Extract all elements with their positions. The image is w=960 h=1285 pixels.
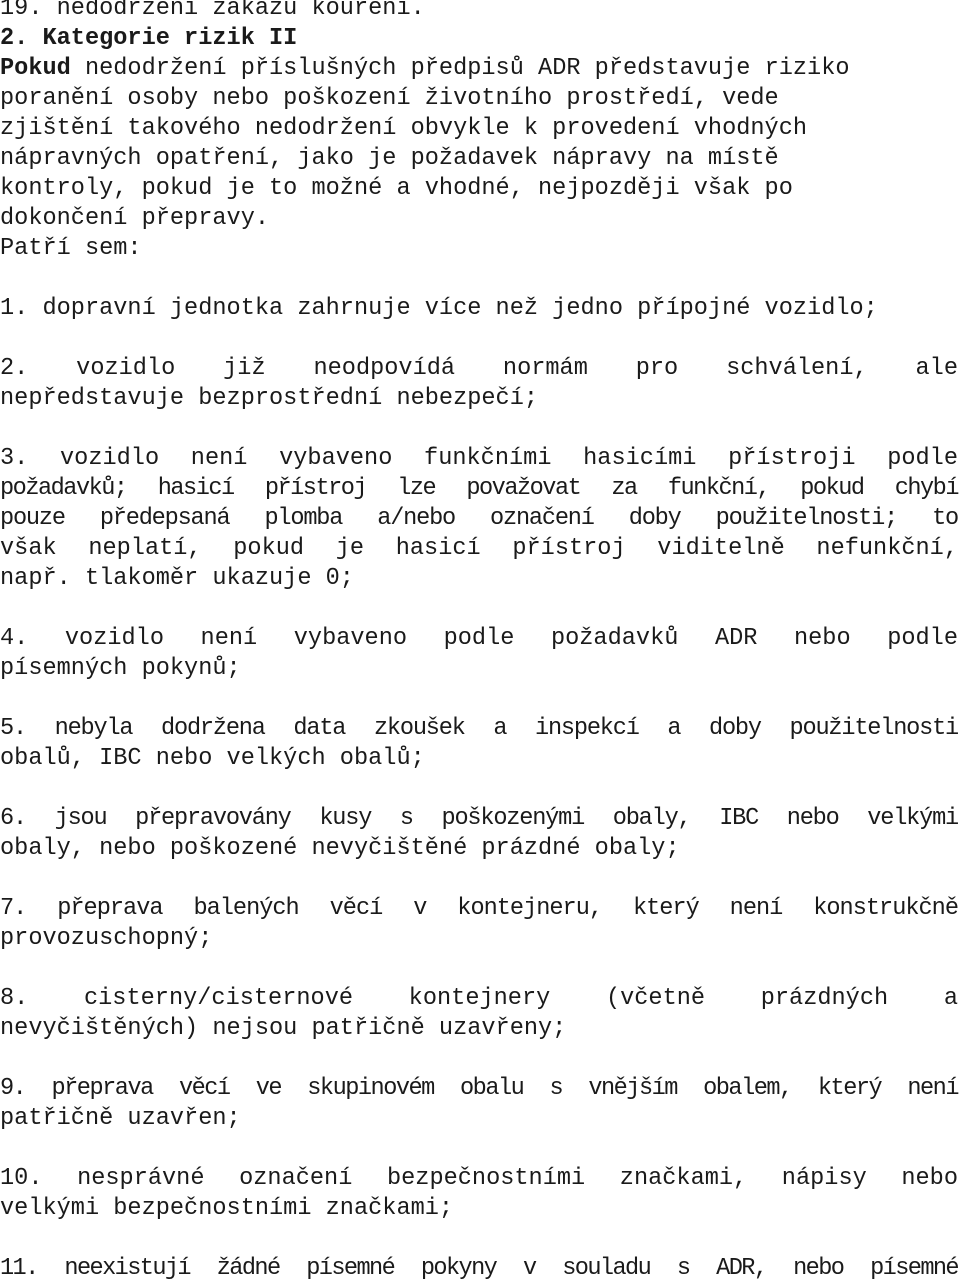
previous-list-item: 19. nedodržení zákazu kouření.: [0, 0, 425, 22]
intro-line: poranění osoby nebo poškození životního …: [0, 85, 779, 112]
intro-line: Pokud nedodržení příslušných předpisů AD…: [0, 55, 850, 82]
intro-line: nápravných opatření, jako je požadavek n…: [0, 145, 779, 172]
intro-line: dokončení přepravy.: [0, 205, 270, 232]
section-heading: 2. Kategorie rizik II: [0, 25, 298, 52]
intro-line: kontroly, pokud je to možné a vhodné, ne…: [0, 175, 793, 202]
intro-lead: Pokud: [0, 55, 71, 82]
belongs-label: Patří sem:: [0, 235, 142, 262]
intro-line: zjištění takového nedodržení obvykle k p…: [0, 115, 808, 142]
